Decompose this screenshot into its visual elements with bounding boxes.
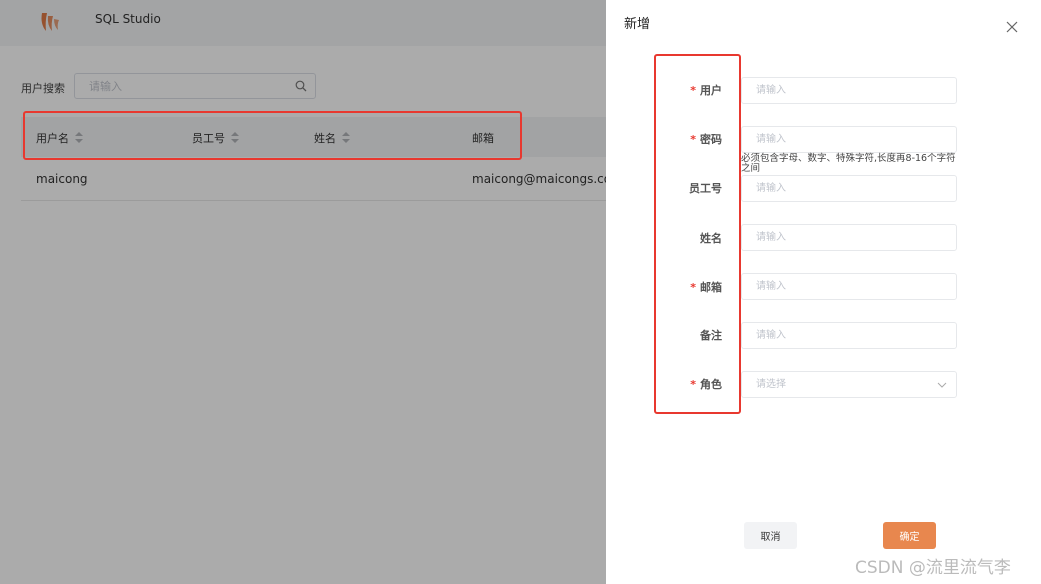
email-field[interactable]: [741, 273, 957, 300]
drawer-title: 新增: [624, 17, 651, 32]
close-icon[interactable]: [1006, 21, 1018, 33]
name-field[interactable]: [741, 224, 957, 251]
employee-id-input[interactable]: [754, 182, 938, 195]
remark-field[interactable]: [741, 322, 957, 349]
password-field[interactable]: [741, 126, 957, 153]
annotation-highlight-table-header: [23, 111, 522, 160]
email-input[interactable]: [754, 280, 938, 293]
user-input[interactable]: [754, 84, 938, 97]
role-select[interactable]: [741, 371, 957, 398]
user-field[interactable]: [741, 77, 957, 104]
employee-id-field[interactable]: [741, 175, 957, 202]
password-input[interactable]: [754, 133, 938, 146]
role-select-input[interactable]: [754, 378, 938, 391]
chevron-down-icon[interactable]: [937, 380, 947, 390]
confirm-button[interactable]: 确定: [883, 522, 936, 549]
watermark: CSDN @流里流气李: [855, 558, 1011, 578]
annotation-highlight-form-labels: [654, 54, 741, 414]
name-input[interactable]: [754, 231, 938, 244]
remark-input[interactable]: [754, 329, 938, 342]
password-hint: 必须包含字母、数字、特殊字符,长度再8-16个字符之间: [741, 153, 956, 174]
add-user-drawer: 新增 *用户 *密码 必须包含字母、数字、特殊字符,长度再8-16个字符之间 员…: [606, 0, 1041, 584]
cancel-button[interactable]: 取消: [744, 522, 797, 549]
